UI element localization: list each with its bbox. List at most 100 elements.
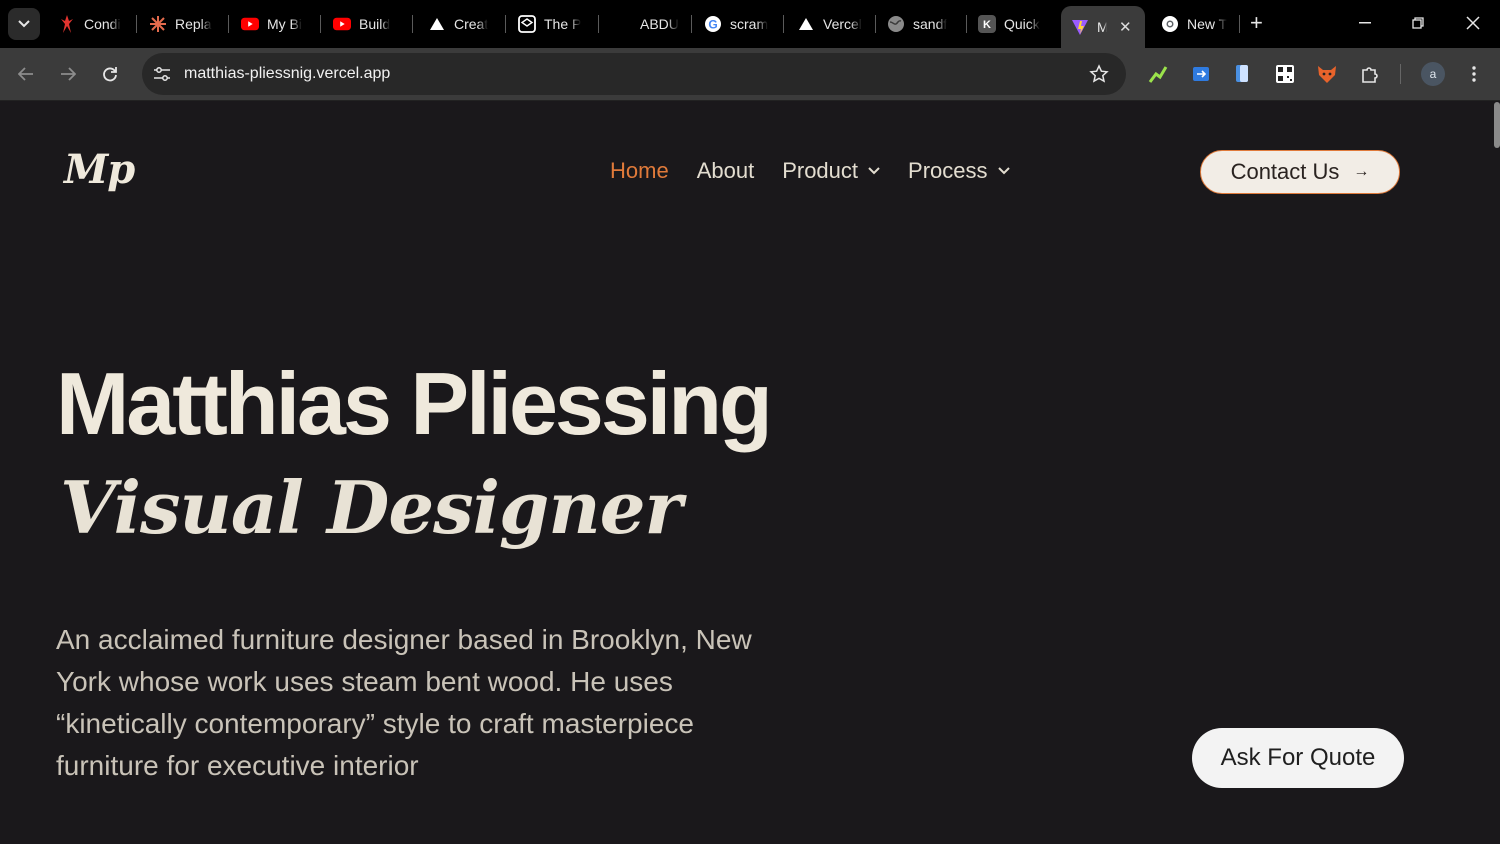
svg-text:K: K	[983, 19, 991, 31]
nav-about[interactable]: About	[697, 158, 755, 184]
ask-for-quote-button[interactable]: Ask For Quote	[1192, 728, 1404, 788]
close-icon	[1466, 16, 1480, 30]
contact-us-button[interactable]: Contact Us →	[1200, 150, 1400, 194]
arrow-left-icon	[18, 67, 33, 81]
tab-label: Condi	[84, 16, 121, 32]
vite-icon	[1071, 18, 1089, 36]
hero-role: Visual Designer	[60, 465, 682, 550]
tab-label: Repla	[175, 16, 212, 32]
tab-0[interactable]: Condi	[58, 8, 124, 40]
tab-label: New T	[1187, 16, 1228, 32]
tab-6[interactable]: ABDU	[640, 8, 682, 40]
reload-button[interactable]	[98, 62, 122, 86]
document-extension-icon[interactable]	[1232, 63, 1254, 85]
hero-name: Matthias Pliessing	[56, 354, 773, 453]
tab-2[interactable]: My Bi	[241, 8, 309, 40]
google-icon: G	[704, 15, 722, 33]
chart-extension-icon[interactable]	[1147, 63, 1169, 85]
tab-divider	[966, 15, 967, 33]
red-figure-icon	[58, 15, 76, 33]
arrow-right-icon	[61, 67, 76, 81]
codepen-icon	[518, 15, 536, 33]
tab-divider	[691, 15, 692, 33]
tab-search-button[interactable]	[8, 8, 40, 40]
tab-label: Creat	[454, 16, 489, 32]
contact-us-label: Contact Us	[1230, 159, 1340, 184]
triangle-icon	[797, 15, 815, 33]
tab-label: My Bi	[267, 16, 302, 32]
back-button[interactable]	[14, 62, 38, 86]
restore-icon	[1412, 17, 1424, 29]
tab-1[interactable]: Repla	[149, 8, 217, 40]
fox-extension-icon[interactable]	[1316, 63, 1338, 85]
globe-icon	[887, 15, 905, 33]
triangle-icon	[428, 15, 446, 33]
tab-divider	[412, 15, 413, 33]
address-bar[interactable]: matthias-pliessnig.vercel.app	[142, 53, 1126, 95]
tab-3[interactable]: Build	[333, 8, 403, 40]
nav-process-label: Process	[908, 158, 988, 183]
browser-toolbar: matthias-pliessnig.vercel.app	[0, 48, 1500, 101]
profile-avatar[interactable]: a	[1421, 62, 1445, 86]
tab-7[interactable]: G scram	[704, 8, 774, 40]
tab-9[interactable]: sandf	[887, 8, 955, 40]
restore-button[interactable]	[1406, 10, 1430, 36]
tab-label: Build	[359, 16, 391, 32]
svg-text:G: G	[708, 18, 717, 32]
tab-12[interactable]: New T	[1161, 8, 1229, 40]
site-settings-icon[interactable]	[152, 64, 172, 84]
chevron-down-icon	[997, 167, 1010, 175]
page-scrollbar[interactable]	[1494, 102, 1500, 148]
nav-home[interactable]: Home	[610, 158, 669, 184]
k-icon: K	[978, 15, 996, 33]
tab-strip: Condi Repla My Bi Build Creat The P ABDU…	[0, 0, 1500, 48]
tab-4[interactable]: Creat	[428, 8, 494, 40]
close-icon[interactable]: ✕	[1119, 18, 1132, 36]
tab-label: The P	[544, 16, 582, 32]
forward-button[interactable]	[56, 62, 80, 86]
translate-extension-icon[interactable]	[1190, 63, 1212, 85]
site-logo[interactable]: Mp	[64, 146, 135, 193]
tab-divider	[875, 15, 876, 33]
tab-11-active[interactable]: M ✕	[1061, 6, 1145, 48]
tab-label: sandf	[913, 16, 948, 32]
url-text: matthias-pliessnig.vercel.app	[184, 65, 391, 82]
nav-about-label: About	[696, 158, 755, 183]
tab-divider	[598, 15, 599, 33]
tab-divider	[1239, 15, 1240, 33]
web-page: Mp Home About Product Process Contact Us…	[0, 102, 1500, 844]
tab-10[interactable]: K Quick	[978, 8, 1046, 40]
minimize-icon	[1359, 22, 1371, 24]
youtube-icon	[333, 15, 351, 33]
toolbar-divider	[1400, 64, 1401, 84]
puzzle-extensions-icon[interactable]	[1359, 63, 1381, 85]
more-options-icon[interactable]	[1464, 62, 1484, 86]
main-nav: Home About Product Process	[610, 158, 1038, 184]
bookmark-star-icon[interactable]	[1088, 63, 1110, 85]
hero-description: An acclaimed furniture designer based in…	[56, 624, 752, 781]
asterisk-icon	[149, 15, 167, 33]
nav-process[interactable]: Process	[908, 158, 1010, 184]
ask-for-quote-label: Ask For Quote	[1220, 744, 1376, 771]
tab-divider	[783, 15, 784, 33]
new-tab-button[interactable]: +	[1250, 11, 1263, 35]
nav-product[interactable]: Product	[782, 158, 880, 184]
tab-label: M	[1097, 19, 1107, 35]
tab-label: scram	[730, 16, 769, 32]
tab-label: ABDU	[640, 16, 679, 32]
chevron-down-icon	[868, 167, 880, 175]
chevron-down-icon	[18, 20, 30, 28]
tab-label: Quick	[1004, 16, 1040, 32]
chrome-icon	[1161, 15, 1179, 33]
close-window-button[interactable]	[1461, 10, 1485, 36]
minimize-button[interactable]	[1353, 10, 1377, 36]
tab-5[interactable]: The P	[518, 8, 588, 40]
tab-divider	[320, 15, 321, 33]
tab-divider	[505, 15, 506, 33]
tab-8[interactable]: Vercel	[797, 8, 869, 40]
qr-code-extension-icon[interactable]	[1274, 63, 1296, 85]
tab-divider	[228, 15, 229, 33]
youtube-icon	[241, 15, 259, 33]
arrow-right-icon: →	[1353, 163, 1370, 180]
tab-divider	[136, 15, 137, 33]
